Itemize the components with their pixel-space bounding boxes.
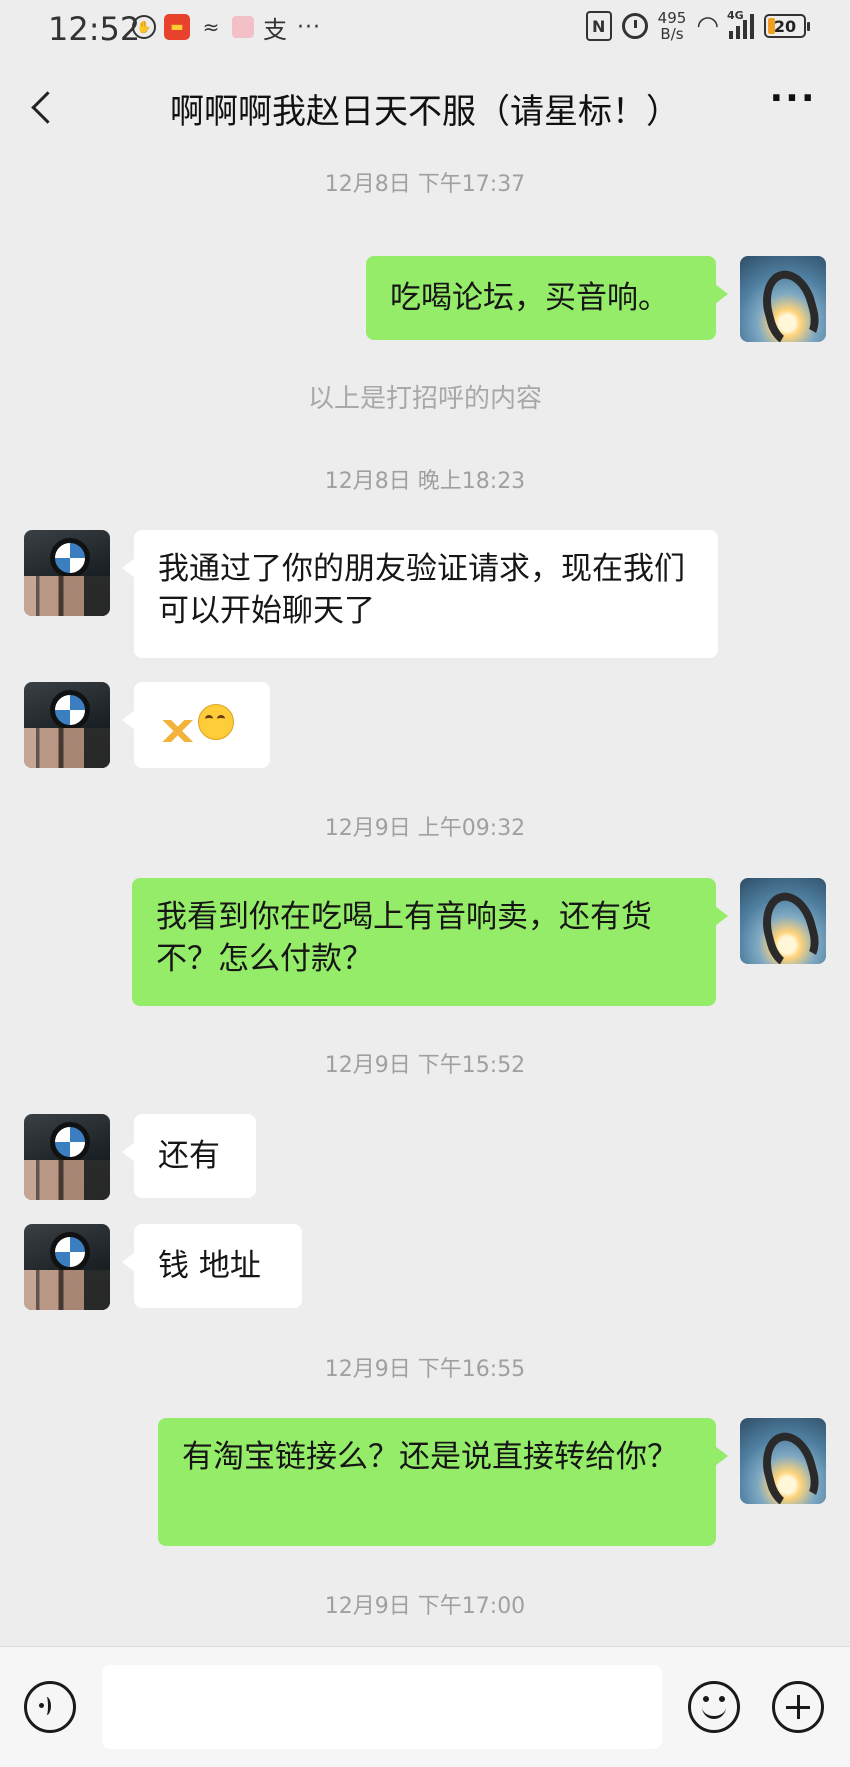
more-button[interactable]: ··· xyxy=(768,81,818,124)
message-bubble[interactable]: 我看到你在吃喝上有音响卖，还有货不？怎么付款？ xyxy=(132,878,728,1006)
box-app-icon xyxy=(232,16,254,38)
emoji-message-bubble[interactable] xyxy=(122,682,270,768)
net-speed: 495 B/s xyxy=(658,10,687,42)
bmw-logo-icon xyxy=(50,1122,90,1162)
system-icons: N 495 B/s ◠ 4G 20 xyxy=(585,9,810,42)
bmw-logo-icon xyxy=(50,690,90,730)
alarm-icon xyxy=(621,13,648,39)
chat-title: 啊啊啊我赵日天不服（请星标！） xyxy=(170,92,680,132)
hand-shield-icon: ✋ xyxy=(132,15,156,39)
status-bar: 12:52 ✋ ▬ ≈ 支 ··· N 495 B/s ◠ 4G 20 xyxy=(0,0,850,58)
message-bubble[interactable]: 吃喝论坛，买音响。 xyxy=(366,256,728,340)
chat-header: 啊啊啊我赵日天不服（请星标！） ··· xyxy=(0,58,850,158)
battery-level: 20 xyxy=(773,16,797,36)
net-speed-unit: B/s xyxy=(660,25,684,43)
signal-bar xyxy=(750,14,754,39)
plus-button[interactable] xyxy=(772,1681,824,1733)
message-input[interactable] xyxy=(102,1665,662,1749)
timestamp: 12月8日 下午17:37 xyxy=(324,172,526,197)
back-button[interactable] xyxy=(26,88,66,128)
my-avatar[interactable] xyxy=(740,1418,826,1504)
bmw-logo-icon xyxy=(50,1232,90,1272)
signal-bar xyxy=(736,26,740,39)
timestamp: 12月8日 晚上18:23 xyxy=(324,469,526,494)
thinking-face-emoji xyxy=(198,704,234,740)
timestamp: 12月9日 上午09:32 xyxy=(324,816,526,841)
contact-avatar[interactable] xyxy=(24,682,110,768)
message-bubble[interactable]: 我通过了你的朋友验证请求，现在我们可以开始聊天了 xyxy=(122,530,718,658)
my-avatar[interactable] xyxy=(740,256,826,342)
battery-icon: 20 xyxy=(764,14,810,38)
message-bubble[interactable]: 还有 xyxy=(122,1114,256,1198)
contact-avatar[interactable] xyxy=(24,1224,110,1310)
voice-button[interactable] xyxy=(24,1681,76,1733)
my-avatar[interactable] xyxy=(740,878,826,964)
network-type: 4G xyxy=(727,9,744,22)
hand-icon xyxy=(755,264,825,342)
folded-hands-emoji xyxy=(158,720,194,742)
contact-avatar[interactable] xyxy=(24,1114,110,1200)
avatar-photo xyxy=(24,728,110,768)
message-bubble[interactable]: 钱 地址 xyxy=(122,1224,302,1308)
avatar-photo xyxy=(24,1270,110,1310)
hand-icon xyxy=(755,886,825,964)
wifi-icon: ◠ xyxy=(696,11,719,41)
nfc-icon: N xyxy=(585,11,612,41)
red-app-icon: ▬ xyxy=(164,14,190,40)
timestamp: 12月9日 下午17:00 xyxy=(324,1594,526,1619)
notification-icons: ✋ ▬ ≈ 支 ··· xyxy=(132,14,322,44)
timestamp: 12月9日 下午16:55 xyxy=(324,1357,526,1382)
emoji-button[interactable] xyxy=(688,1681,740,1733)
alipay-icon: 支 xyxy=(263,15,287,44)
bmw-logo-icon xyxy=(50,538,90,578)
signal-bar xyxy=(743,20,747,39)
signal-app-icon: ≈ xyxy=(202,15,220,39)
message-bubble[interactable]: 有淘宝链接么？还是说直接转给你？ xyxy=(158,1418,728,1546)
avatar-photo xyxy=(24,1160,110,1200)
chat-input-bar xyxy=(0,1646,850,1767)
contact-avatar[interactable] xyxy=(24,530,110,616)
signal-bar xyxy=(729,31,733,39)
cell-signal-icon: 4G xyxy=(727,9,754,39)
more-dots-icon: ··· xyxy=(297,14,321,40)
avatar-photo xyxy=(24,576,110,616)
timestamp: 12月9日 下午15:52 xyxy=(324,1053,526,1078)
status-time: 12:52 xyxy=(48,10,141,48)
hand-icon xyxy=(755,1426,825,1504)
system-notice: 以上是打招呼的内容 xyxy=(307,384,542,414)
